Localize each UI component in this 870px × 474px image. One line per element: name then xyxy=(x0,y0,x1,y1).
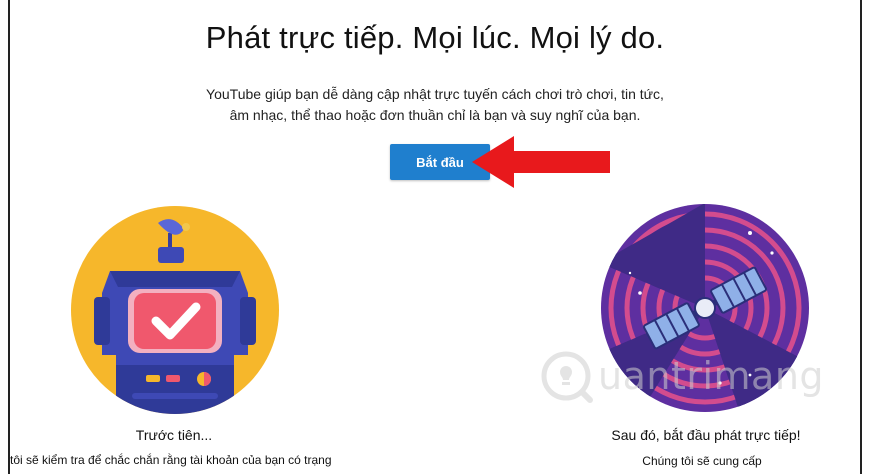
step-2-caption: Sau đó, bắt đầu phát trực tiếp! xyxy=(611,427,801,443)
lightbulb-icon xyxy=(541,351,593,403)
robot-tv-illustration xyxy=(71,206,279,414)
step-1-caption: Trước tiên... xyxy=(135,427,213,443)
watermark-text: uantrimang xyxy=(598,354,825,398)
watermark-logo: uantrimang xyxy=(538,348,824,404)
red-arrow-annotation xyxy=(472,136,610,188)
page-subtitle: YouTube giúp bạn dễ dàng cập nhật trực t… xyxy=(0,84,870,126)
step-2-detail: Chúng tôi sẽ cung cấp xyxy=(642,454,762,468)
subtitle-line-1: YouTube giúp bạn dễ dàng cập nhật trực t… xyxy=(206,86,664,102)
page-title: Phát trực tiếp. Mọi lúc. Mọi lý do. xyxy=(205,20,665,55)
subtitle-line-2: âm nhạc, thể thao hoặc đơn thuần chỉ là … xyxy=(229,107,641,123)
step-1-detail: tôi sẽ kiểm tra để chắc chắn rằng tài kh… xyxy=(10,453,332,467)
